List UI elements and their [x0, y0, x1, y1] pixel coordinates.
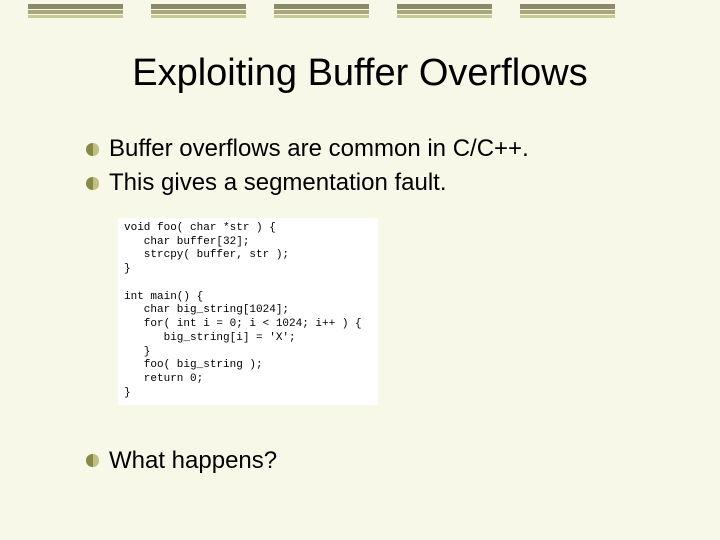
bullet-icon	[86, 143, 99, 156]
decoration-bar	[397, 4, 492, 18]
decoration-bar	[28, 4, 123, 18]
bullet-item: Buffer overflows are common in C/C++.	[86, 133, 680, 165]
decoration-bar	[520, 4, 615, 18]
bullet-text: This gives a segmentation fault.	[109, 167, 447, 199]
slide-title: Exploiting Buffer Overflows	[0, 52, 720, 95]
bullet-text: What happens?	[109, 445, 277, 477]
slide-content-after: What happens?	[0, 445, 720, 477]
decoration-bar	[151, 4, 246, 18]
bullet-item: This gives a segmentation fault.	[86, 167, 680, 199]
bullet-text: Buffer overflows are common in C/C++.	[109, 133, 529, 165]
bullet-item: What happens?	[86, 445, 680, 477]
bullet-icon	[86, 454, 99, 467]
code-block: void foo( char *str ) { char buffer[32];…	[118, 218, 378, 405]
slide-content: Buffer overflows are common in C/C++. Th…	[0, 133, 720, 200]
bullet-icon	[86, 177, 99, 190]
top-decoration	[0, 0, 720, 18]
decoration-bar	[274, 4, 369, 18]
